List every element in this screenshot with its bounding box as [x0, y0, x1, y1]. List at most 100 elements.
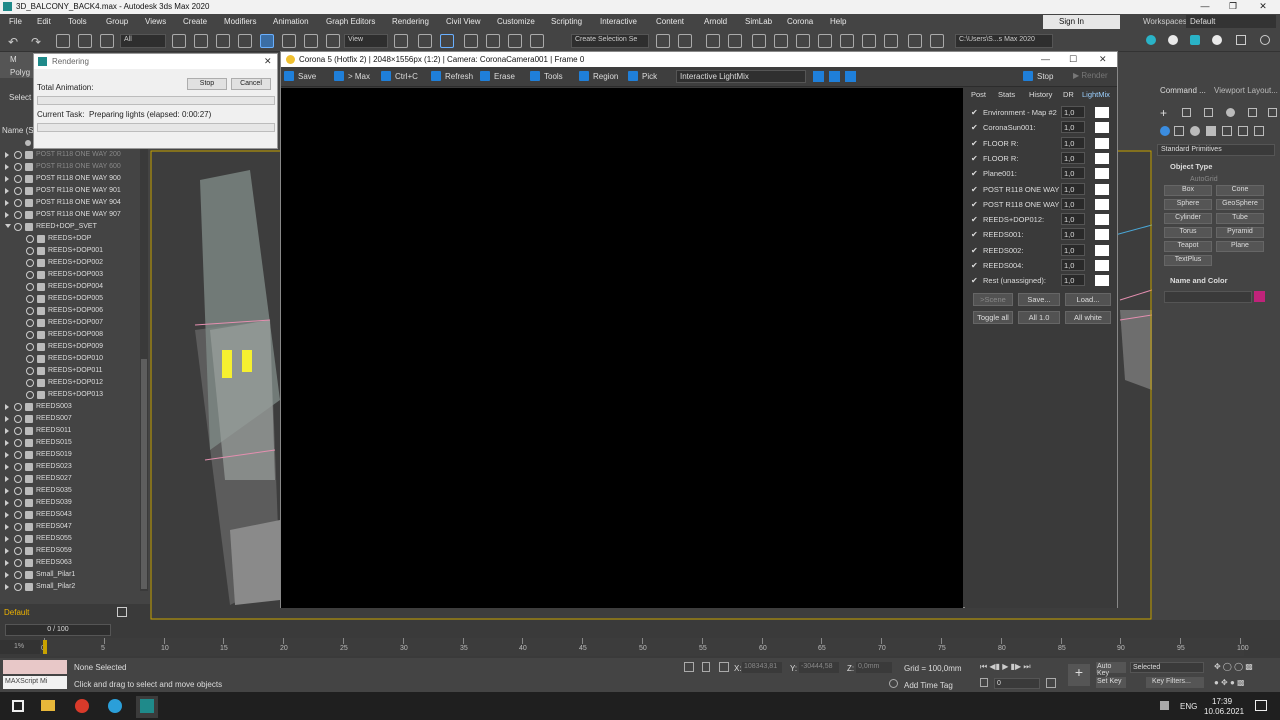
toggle-layer-explorer-icon[interactable]	[728, 34, 742, 48]
menu-arnold[interactable]: Arnold	[704, 17, 727, 26]
eye-icon[interactable]	[14, 535, 22, 543]
scene-item[interactable]: REEDS+DOP001	[0, 245, 140, 257]
scene-item[interactable]: REEDS023	[0, 461, 140, 473]
corona-proxy-icon[interactable]	[1212, 35, 1222, 45]
rect-selection-icon[interactable]	[216, 34, 230, 48]
menu-file[interactable]: File	[9, 17, 22, 26]
named-selection-dropdown[interactable]: Create Selection Se	[571, 34, 649, 48]
scene-item[interactable]: REEDS007	[0, 413, 140, 425]
eye-icon[interactable]	[26, 259, 34, 267]
expand-arrow-icon[interactable]	[5, 560, 9, 566]
move-icon[interactable]	[260, 34, 274, 48]
eye-icon[interactable]	[14, 211, 22, 219]
chrome-icon[interactable]	[75, 699, 89, 713]
lightmix-intensity-input[interactable]: 1,0	[1061, 167, 1085, 180]
eye-icon[interactable]	[14, 583, 22, 591]
scene-item[interactable]: REEDS+DOP012	[0, 377, 140, 389]
expand-arrow-icon[interactable]	[5, 164, 9, 170]
layer-name[interactable]: Default	[4, 608, 29, 617]
vfb-erase-button[interactable]: Erase	[480, 71, 515, 84]
eye-icon[interactable]	[26, 271, 34, 279]
vfb-stop-button[interactable]: Stop	[1023, 71, 1053, 84]
utilities-tab-icon[interactable]	[1268, 108, 1277, 117]
menu-scripting[interactable]: Scripting	[551, 17, 582, 26]
menu-content[interactable]: Content	[656, 17, 684, 26]
object-type-heading[interactable]: Object Type	[1170, 162, 1212, 171]
tab-history[interactable]: History	[1029, 90, 1052, 99]
scene-item[interactable]: REEDS+DOP013	[0, 389, 140, 401]
scene-item[interactable]: POST R118 ONE WAY 907	[0, 209, 140, 221]
expand-arrow-icon[interactable]	[5, 524, 9, 530]
mirror-icon[interactable]	[656, 34, 670, 48]
lightmix-color-swatch[interactable]	[1095, 275, 1109, 287]
scene-item[interactable]: POST R118 ONE WAY 600	[0, 161, 140, 173]
eye-icon[interactable]	[14, 439, 22, 447]
lightmix-intensity-input[interactable]: 1,0	[1061, 182, 1085, 195]
scene-item[interactable]: REEDS+DOP005	[0, 293, 140, 305]
scene-item[interactable]: REEDS+DOP011	[0, 365, 140, 377]
selection-lock-icon[interactable]	[702, 662, 710, 672]
primitive-category-dropdown[interactable]: Standard Primitives	[1157, 144, 1275, 156]
scene-item[interactable]: REED+DOP_SVET	[0, 221, 140, 233]
scene-item[interactable]: REEDS011	[0, 425, 140, 437]
lightmix-intensity-input[interactable]: 1,0	[1061, 121, 1085, 134]
eye-icon[interactable]	[14, 163, 22, 171]
language-indicator[interactable]: ENG	[1180, 702, 1197, 711]
eye-icon[interactable]	[14, 403, 22, 411]
key-mode-icon[interactable]	[980, 678, 988, 687]
menu-rendering[interactable]: Rendering	[392, 17, 429, 26]
auto-key-button[interactable]: Auto Key	[1096, 662, 1126, 677]
lightmix-color-swatch[interactable]	[1095, 122, 1109, 134]
snaps-toggle-icon[interactable]	[440, 34, 454, 48]
vfb-pick-button[interactable]: Pick	[628, 71, 657, 84]
scene-item[interactable]: REEDS003	[0, 401, 140, 413]
scene-item[interactable]: REEDS039	[0, 497, 140, 509]
expand-arrow-icon[interactable]	[5, 152, 9, 158]
menu-interactive[interactable]: Interactive	[600, 17, 637, 26]
schematic-view-icon[interactable]	[796, 34, 810, 48]
project-path-dropdown[interactable]: C:\Users\S...s Max 2020	[955, 34, 1053, 48]
vfb-to-max-button[interactable]: > Max	[334, 71, 370, 84]
percent-snap-icon[interactable]	[486, 34, 500, 48]
expand-arrow-icon[interactable]	[5, 572, 9, 578]
scene-item[interactable]: REEDS059	[0, 545, 140, 557]
eye-icon[interactable]	[26, 247, 34, 255]
maxscript-mini-listener[interactable]: MAXScript Mi	[3, 676, 67, 689]
menu-modifiers[interactable]: Modifiers	[224, 17, 256, 26]
sign-in-button[interactable]: Sign In	[1043, 15, 1120, 29]
scene-item[interactable]: POST R118 ONE WAY 901	[0, 185, 140, 197]
expand-arrow-icon[interactable]	[5, 212, 9, 218]
lightmix-color-swatch[interactable]	[1095, 260, 1109, 271]
lightmix-intensity-input[interactable]: 1,0	[1061, 106, 1085, 118]
primitive-button[interactable]: Teapot	[1164, 241, 1212, 252]
scene-item[interactable]: REEDS+DOP002	[0, 257, 140, 269]
primitive-button[interactable]: Cylinder	[1164, 213, 1212, 224]
vfb-copy-button[interactable]: Ctrl+C	[381, 71, 418, 84]
lightmix-color-swatch[interactable]	[1095, 107, 1109, 118]
object-name-input[interactable]	[1164, 291, 1252, 303]
primitive-button[interactable]: GeoSphere	[1216, 199, 1264, 210]
scene-item[interactable]: REEDS015	[0, 437, 140, 449]
menu-edit[interactable]: Edit	[37, 17, 51, 26]
eye-icon[interactable]	[14, 415, 22, 423]
corona-light-icon[interactable]	[1146, 35, 1156, 45]
lightmix-intensity-input[interactable]: 1,0	[1061, 274, 1085, 287]
scene-item[interactable]: POST R118 ONE WAY 904	[0, 197, 140, 209]
lightmix-intensity-input[interactable]: 1,0	[1061, 136, 1085, 149]
set-key-button[interactable]: Set Key	[1096, 677, 1126, 688]
stop-render-button[interactable]: Stop	[187, 78, 227, 90]
eye-icon[interactable]	[14, 427, 22, 435]
clock-date[interactable]: 10.06.2021	[1204, 707, 1244, 716]
tab-lightmix[interactable]: LightMix	[1082, 90, 1110, 99]
scene-item[interactable]: REEDS+DOP004	[0, 281, 140, 293]
menu-create[interactable]: Create	[183, 17, 207, 26]
scene-item[interactable]: REEDS055	[0, 533, 140, 545]
menu-corona[interactable]: Corona	[787, 17, 813, 26]
autogrid-checkbox[interactable]: AutoGrid	[1190, 176, 1218, 183]
primitive-button[interactable]: Tube	[1216, 213, 1264, 224]
vfb-minimize-icon[interactable]: —	[1041, 54, 1050, 64]
corona-sun-icon[interactable]	[1168, 35, 1178, 45]
tray-network-icon[interactable]	[1160, 701, 1169, 710]
expand-arrow-icon[interactable]	[5, 176, 9, 182]
geometry-icon[interactable]	[1160, 126, 1170, 136]
